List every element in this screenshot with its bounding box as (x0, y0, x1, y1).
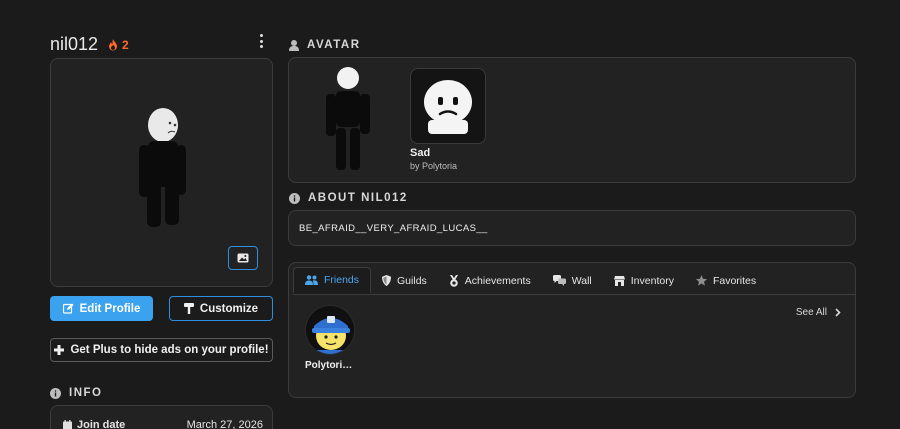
chevron-right-icon (835, 308, 841, 317)
about-heading: ABOUT NIL012 (289, 192, 408, 204)
info-panel: Join date March 27, 2026 (50, 405, 273, 429)
friend-card[interactable]: Polytori… (305, 305, 365, 371)
tab-favorites[interactable]: Favorites (685, 267, 767, 294)
join-date-label: Join date (77, 419, 126, 429)
avatar-title: AVATAR (307, 39, 361, 51)
image-icon (237, 253, 249, 263)
paint-roller-icon (183, 303, 194, 314)
image-view-button[interactable] (228, 246, 258, 270)
avatar-preview[interactable] (50, 58, 273, 287)
bio-text: BE_AFRAID__VERY_AFRAID_LUCAS__ (299, 223, 488, 234)
customize-label: Customize (199, 302, 259, 315)
chat-icon (552, 275, 566, 286)
users-icon (305, 275, 318, 285)
item-creator[interactable]: by Polytoria (410, 161, 457, 171)
edit-icon (62, 303, 74, 314)
more-options-icon[interactable] (257, 34, 265, 48)
about-panel: BE_AFRAID__VERY_AFRAID_LUCAS__ (288, 210, 856, 246)
tab-wall-label: Wall (571, 274, 592, 287)
friend-avatar[interactable] (305, 305, 355, 355)
tab-inventory[interactable]: Inventory (603, 267, 685, 294)
streak-badge: 2 (108, 38, 129, 52)
star-icon (695, 275, 707, 286)
tab-achievements-label: Achievements (464, 274, 531, 287)
friend-avatar-image (306, 306, 354, 354)
tab-guilds[interactable]: Guilds (371, 267, 438, 294)
plus-icon (54, 345, 65, 355)
join-date-value: March 27, 2026 (186, 419, 263, 429)
see-all-link[interactable]: See All (796, 307, 841, 318)
tab-friends-label: Friends (324, 274, 360, 286)
avatar-panel: Sad by Polytoria (288, 57, 856, 183)
tab-guilds-label: Guilds (397, 274, 427, 287)
info-heading: INFO (50, 387, 102, 399)
get-plus-label: Get Plus to hide ads on your profile! (70, 344, 269, 356)
avatar-heading: AVATAR (289, 39, 361, 51)
info-icon (289, 192, 300, 204)
tab-wall[interactable]: Wall (542, 267, 603, 294)
see-all-label: See All (795, 307, 827, 318)
item-name[interactable]: Sad (410, 147, 430, 159)
info-row-join-date: Join date March 27, 2026 (63, 419, 263, 429)
avatar-mini-figure (326, 67, 370, 170)
info-label: Join date (63, 419, 125, 429)
item-thumbnail[interactable] (410, 68, 486, 144)
profile-tabs-panel: Friends Guilds Achievements Wall Invento… (288, 262, 856, 398)
tab-inventory-label: Inventory (630, 274, 674, 287)
calendar-icon (63, 420, 72, 429)
username: nil012 (50, 34, 99, 54)
streak-count: 2 (122, 37, 129, 52)
about-title: ABOUT NIL012 (308, 192, 408, 204)
info-title: INFO (69, 387, 103, 399)
friend-name[interactable]: Polytori… (305, 360, 357, 371)
shield-icon (382, 275, 392, 286)
tab-favorites-label: Favorites (712, 274, 757, 287)
customize-button[interactable]: Customize (169, 296, 273, 321)
sad-face-icon (424, 80, 472, 134)
edit-profile-button[interactable]: Edit Profile (50, 296, 153, 321)
tab-achievements[interactable]: Achievements (438, 267, 542, 294)
tab-friends[interactable]: Friends (293, 267, 372, 294)
tab-bar: Friends Guilds Achievements Wall Invento… (293, 267, 855, 295)
profile-header: nil012 2 (50, 34, 129, 55)
edit-profile-label: Edit Profile (79, 302, 141, 315)
medal-icon (449, 274, 458, 287)
get-plus-button[interactable]: Get Plus to hide ads on your profile! (50, 338, 273, 362)
store-icon (613, 275, 625, 286)
flame-icon (109, 38, 118, 50)
info-icon (50, 387, 61, 399)
user-icon (289, 39, 299, 51)
